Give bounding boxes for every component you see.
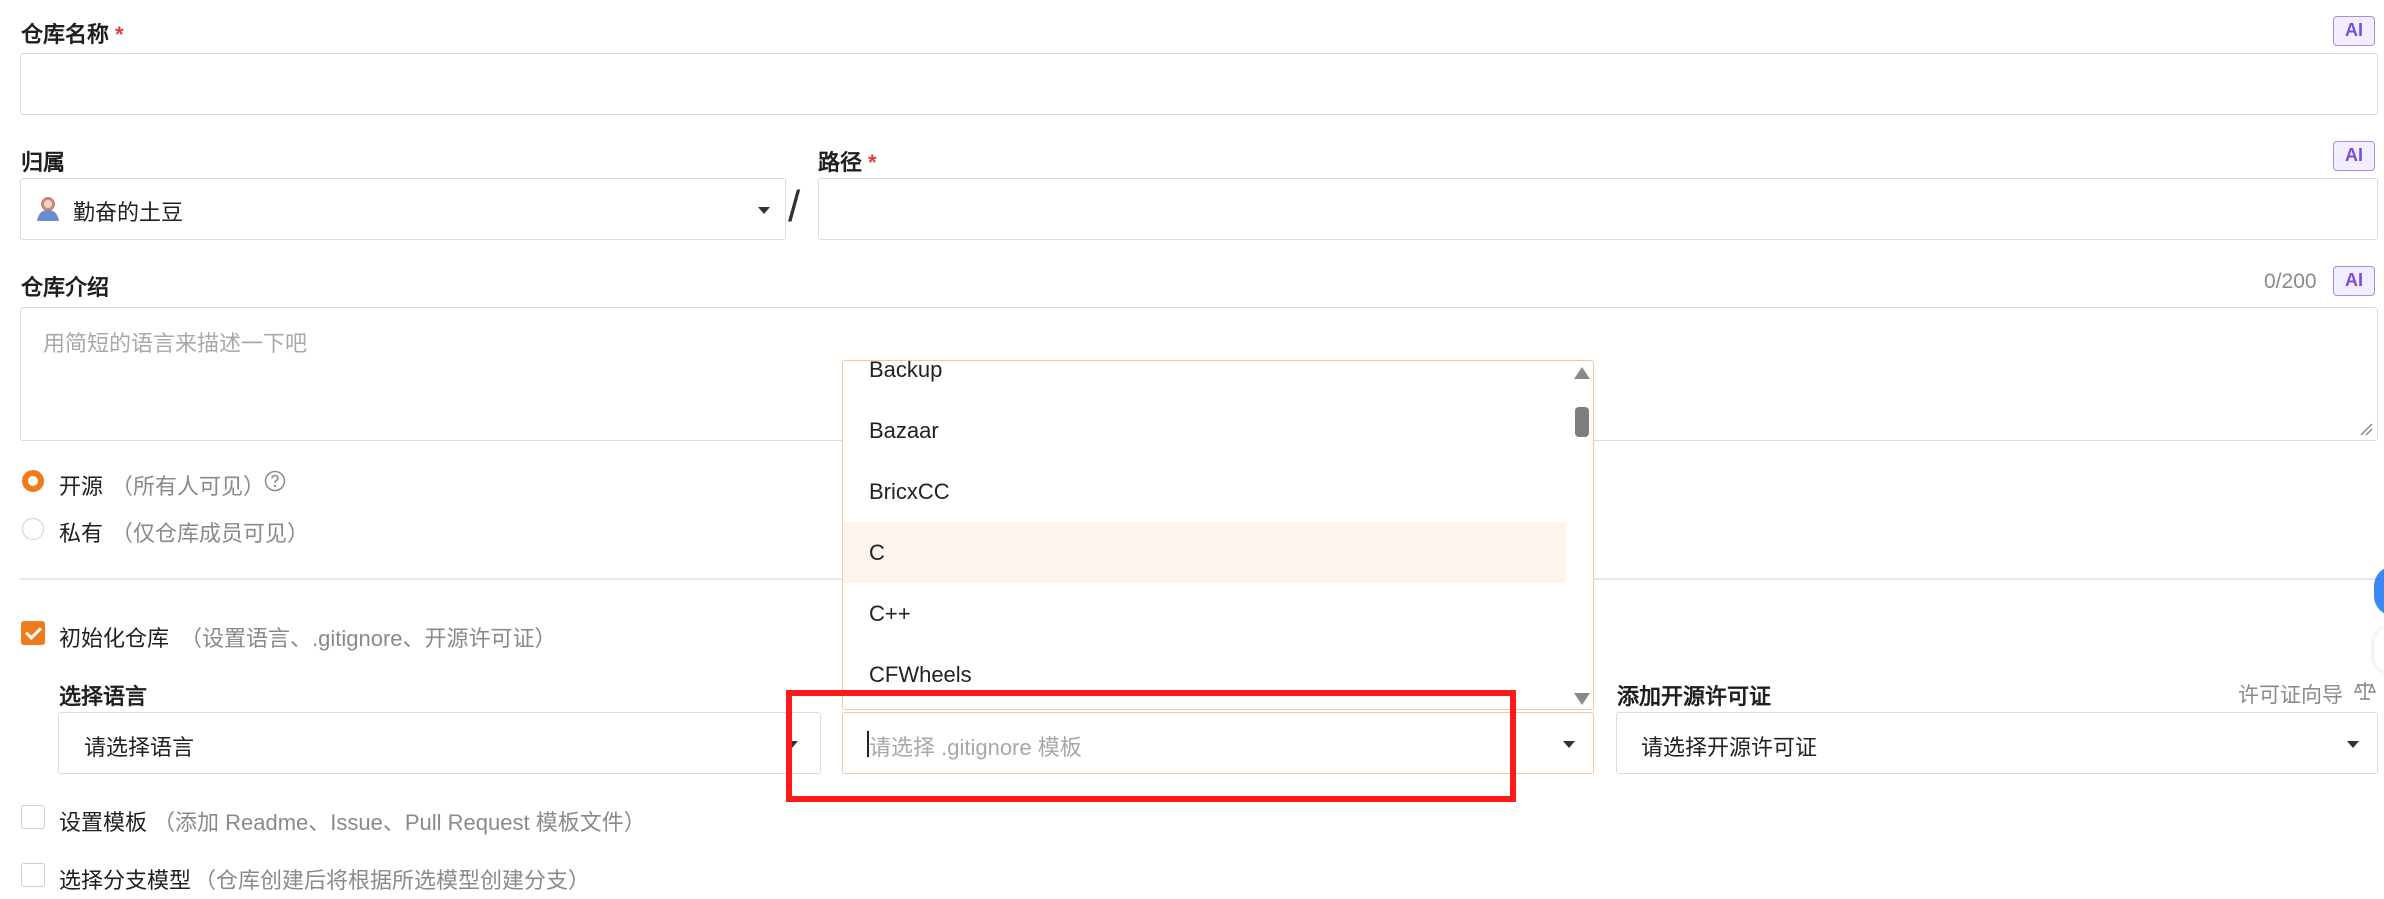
description-placeholder: 用简短的语言来描述一下吧	[43, 331, 308, 356]
help-icon[interactable]	[264, 470, 286, 492]
owner-select[interactable]: 勤奋的土豆	[20, 178, 786, 240]
floating-action-button[interactable]	[2374, 566, 2384, 616]
chevron-down-icon	[758, 207, 770, 214]
license-label: 添加开源许可证	[1617, 684, 1772, 709]
owner-value: 勤奋的土豆	[73, 200, 184, 225]
radio-public-hint: （所有人可见）	[111, 474, 266, 499]
repo-name-ai-button[interactable]: AI	[2333, 16, 2375, 46]
dropdown-option[interactable]: C++	[843, 583, 1566, 644]
template-checkbox[interactable]	[21, 805, 45, 829]
description-ai-button[interactable]: AI	[2333, 266, 2375, 296]
language-label: 选择语言	[59, 684, 148, 709]
radio-private[interactable]	[22, 518, 44, 540]
avatar	[37, 197, 59, 221]
dropdown-option-highlighted[interactable]: C	[843, 522, 1566, 583]
floating-secondary-button[interactable]	[2374, 628, 2384, 672]
resize-handle-icon[interactable]	[2359, 422, 2373, 436]
scroll-down-icon[interactable]	[1574, 693, 1590, 705]
path-ai-button[interactable]: AI	[2333, 141, 2375, 171]
repo-name-label: 仓库名称 *	[21, 22, 124, 47]
branch-model-hint: （仓库创建后将根据所选模型创建分支）	[194, 868, 591, 893]
template-hint: （添加 Readme、Issue、Pull Request 模板文件）	[153, 810, 646, 835]
scroll-up-icon[interactable]	[1574, 367, 1590, 379]
scale-icon	[2354, 682, 2376, 700]
description-counter: 0/200	[2264, 270, 2317, 293]
license-select[interactable]: 请选择开源许可证	[1616, 712, 2378, 774]
dropdown-option[interactable]: BricxCC	[843, 461, 1566, 522]
dropdown-scrollbar[interactable]	[1571, 361, 1593, 707]
branch-model-label: 选择分支模型	[59, 868, 192, 893]
init-repo-label: 初始化仓库	[59, 626, 170, 651]
radio-private-hint: （仅仓库成员可见）	[111, 521, 310, 546]
radio-public-label: 开源	[59, 474, 104, 499]
gitignore-dropdown[interactable]: Backup Bazaar BricxCC C C++ CFWheels	[842, 360, 1594, 710]
radio-public[interactable]	[22, 470, 44, 492]
chevron-down-icon	[1563, 741, 1575, 748]
highlight-box	[786, 690, 1516, 802]
chevron-down-icon	[2347, 741, 2359, 748]
init-repo-hint: （设置语言、.gitignore、开源许可证）	[180, 626, 557, 651]
language-select[interactable]: 请选择语言	[58, 712, 821, 774]
owner-label: 归属	[21, 150, 66, 175]
dropdown-option[interactable]: Bazaar	[843, 400, 1566, 461]
branch-model-checkbox[interactable]	[21, 863, 45, 887]
license-guide-link[interactable]: 许可证向导	[2238, 679, 2343, 709]
path-label: 路径 *	[818, 150, 877, 175]
language-placeholder: 请选择语言	[84, 735, 195, 760]
repo-name-input[interactable]	[20, 53, 2378, 115]
description-label: 仓库介绍	[21, 275, 110, 300]
path-input[interactable]	[818, 178, 2378, 240]
template-label: 设置模板	[59, 810, 148, 835]
scrollbar-thumb[interactable]	[1575, 407, 1589, 437]
radio-private-label: 私有	[59, 521, 104, 546]
init-repo-checkbox[interactable]	[21, 621, 45, 645]
path-separator: /	[788, 182, 801, 231]
dropdown-option[interactable]: Backup	[843, 361, 1566, 400]
license-placeholder: 请选择开源许可证	[1641, 735, 1818, 760]
